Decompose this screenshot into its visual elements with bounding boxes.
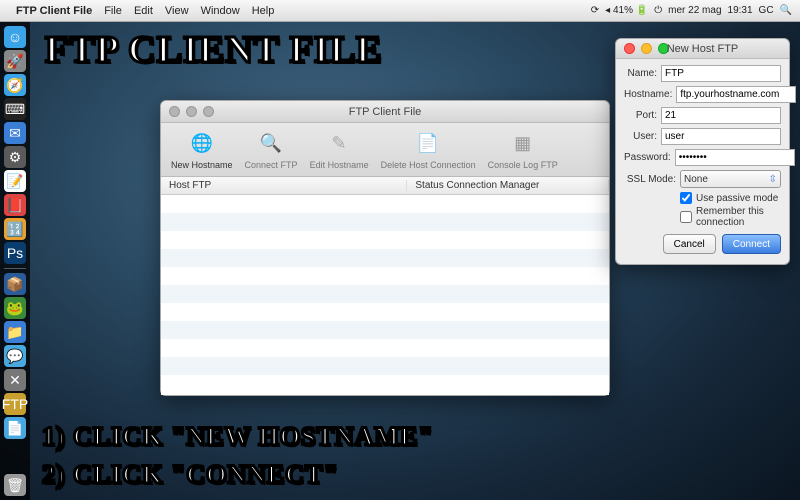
dock-safari[interactable]: 🧭 [4, 74, 26, 96]
ftp-titlebar[interactable]: FTP Client File [161, 101, 609, 123]
time-text: 19:31 [728, 5, 753, 16]
delete-icon: 📄 [414, 130, 442, 158]
table-row[interactable] [161, 195, 609, 213]
globe-icon: 🌐 [188, 130, 216, 158]
overlay-step1: 1) Click "New Hostname" [42, 422, 434, 452]
status-area: ⟳ ◂ 41% 🔋 ⏻ mer 22 mag 19:31 GC 🔍 [591, 5, 792, 16]
dialog-titlebar[interactable]: New Host FTP [616, 39, 789, 59]
power-icon[interactable]: ⏻ [654, 5, 662, 16]
dock-settings[interactable]: ⚙ [4, 146, 26, 168]
dock-terminal[interactable]: ⌨ [4, 98, 26, 120]
ssl-label: SSL Mode: [624, 174, 676, 185]
user-text[interactable]: GC [759, 5, 774, 16]
battery-icon[interactable]: ◂ 41% 🔋 [605, 5, 648, 16]
menu-help[interactable]: Help [252, 5, 275, 17]
passive-checkbox[interactable] [680, 192, 692, 204]
user-input[interactable] [661, 128, 781, 145]
remember-checkbox[interactable] [680, 211, 692, 223]
dock-trash[interactable]: 🗑 [4, 474, 26, 496]
name-label: Name: [624, 68, 657, 79]
dock-calc[interactable]: 🔢 [4, 218, 26, 240]
dock-box[interactable]: 📦 [4, 273, 26, 295]
menu-window[interactable]: Window [201, 5, 240, 17]
menu-edit[interactable]: Edit [134, 5, 153, 17]
tool-label: Delete Host Connection [381, 160, 476, 170]
table-row[interactable] [161, 213, 609, 231]
host-table [161, 195, 609, 395]
tool-label: Edit Hostname [310, 160, 369, 170]
ftp-window-title: FTP Client File [161, 106, 609, 118]
ssl-select[interactable]: None ⇳ [680, 170, 781, 188]
hostname-input[interactable] [676, 86, 796, 103]
table-row[interactable] [161, 321, 609, 339]
password-input[interactable] [675, 149, 795, 166]
edit-icon: ✎ [325, 130, 353, 158]
tool-label: Connect FTP [245, 160, 298, 170]
col-status[interactable]: Status Connection Manager [407, 180, 609, 191]
hostname-label: Hostname: [624, 89, 672, 100]
dock-finder[interactable]: ☺ [4, 26, 26, 48]
spotlight-icon[interactable]: 🔍 [780, 5, 792, 16]
user-label: User: [624, 131, 657, 142]
console-icon: ▦ [509, 130, 537, 158]
dock-chat[interactable]: 💬 [4, 345, 26, 367]
menubar: FTP Client File File Edit View Window He… [0, 0, 800, 22]
table-row[interactable] [161, 231, 609, 249]
menu-view[interactable]: View [165, 5, 189, 17]
connect-ftp-button[interactable]: 🔍 Connect FTP [245, 130, 298, 170]
cancel-button[interactable]: Cancel [663, 234, 716, 254]
password-label: Password: [624, 152, 671, 163]
table-row[interactable] [161, 303, 609, 321]
port-input[interactable] [661, 107, 781, 124]
connect-button[interactable]: Connect [722, 234, 781, 254]
table-row[interactable] [161, 375, 609, 393]
ftp-window: FTP Client File 🌐 New Hostname 🔍 Connect… [160, 100, 610, 396]
ssl-value: None [684, 174, 708, 185]
overlay-title: FTP Client File [45, 28, 382, 72]
dock-mail[interactable]: ✉ [4, 122, 26, 144]
dock-frog[interactable]: 🐸 [4, 297, 26, 319]
edit-hostname-button[interactable]: ✎ Edit Hostname [310, 130, 369, 170]
tool-label: Console Log FTP [488, 160, 558, 170]
dock-docs[interactable]: 📄 [4, 417, 26, 439]
dock-ftp[interactable]: FTP [4, 393, 26, 415]
date-text: mer 22 mag [668, 5, 721, 16]
dock: ☺ 🚀 🧭 ⌨ ✉ ⚙ 📝 📕 🔢 Ps 📦 🐸 📁 💬 ✕ FTP 📄 🗑 [0, 22, 30, 500]
sync-icon[interactable]: ⟳ [591, 5, 599, 16]
table-row[interactable] [161, 357, 609, 375]
dialog-title: New Host FTP [616, 43, 789, 55]
new-host-dialog: New Host FTP Name: Hostname: Port: User:… [615, 38, 790, 265]
app-menu[interactable]: FTP Client File [16, 5, 92, 17]
new-hostname-button[interactable]: 🌐 New Hostname [171, 130, 233, 170]
table-row[interactable] [161, 285, 609, 303]
name-input[interactable] [661, 65, 781, 82]
port-label: Port: [624, 110, 657, 121]
dock-folder[interactable]: 📁 [4, 321, 26, 343]
table-header: Host FTP Status Connection Manager [161, 177, 609, 195]
dock-separator [4, 268, 26, 269]
overlay-step2: 2) Click "Connect" [42, 460, 339, 490]
table-row[interactable] [161, 249, 609, 267]
dialog-form: Name: Hostname: Port: User: Password: SS… [616, 59, 789, 264]
tool-label: New Hostname [171, 160, 233, 170]
dock-textedit[interactable]: 📝 [4, 170, 26, 192]
table-row[interactable] [161, 339, 609, 357]
dock-tools[interactable]: ✕ [4, 369, 26, 391]
dock-launchpad[interactable]: 🚀 [4, 50, 26, 72]
console-log-button[interactable]: ▦ Console Log FTP [488, 130, 558, 170]
connect-icon: 🔍 [257, 130, 285, 158]
ftp-toolbar: 🌐 New Hostname 🔍 Connect FTP ✎ Edit Host… [161, 123, 609, 177]
dock-photoshop[interactable]: Ps [4, 242, 26, 264]
menu-file[interactable]: File [104, 5, 122, 17]
chevron-updown-icon: ⇳ [769, 174, 777, 185]
dock-dictionary[interactable]: 📕 [4, 194, 26, 216]
remember-label: Remember this connection [696, 206, 781, 228]
delete-host-button[interactable]: 📄 Delete Host Connection [381, 130, 476, 170]
passive-label: Use passive mode [696, 193, 778, 204]
col-host[interactable]: Host FTP [161, 180, 407, 191]
table-row[interactable] [161, 267, 609, 285]
